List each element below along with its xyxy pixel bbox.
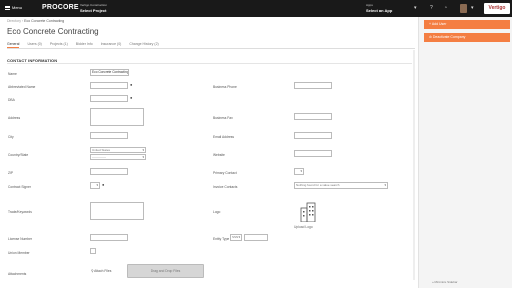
tab-users[interactable]: Users (0) (27, 42, 41, 48)
dba-label: DBA (8, 98, 15, 102)
breadcrumb-separator: › (22, 19, 24, 23)
state-select[interactable]: -------------- ▾ (90, 154, 146, 160)
email-label: Email Address (213, 135, 235, 139)
info-icon[interactable]: ● (130, 82, 132, 87)
trade-keywords-textarea[interactable] (90, 202, 144, 220)
tab-projects[interactable]: Projects (1) (50, 42, 68, 48)
user-menu-chevron-icon[interactable]: ▾ (471, 5, 474, 11)
name-field[interactable]: Eco Concrete Contracting (90, 69, 129, 76)
license-number-field[interactable] (90, 234, 128, 241)
attachments-label: Attachments (8, 272, 27, 276)
union-member-label: Union Member (8, 251, 30, 255)
minimize-sidebar-link[interactable]: » Minimize Sidebar (432, 280, 458, 284)
state-value: -------------- (92, 155, 106, 159)
breadcrumb-current: Eco Concrete Contracting (24, 19, 65, 23)
chevron-down-icon: ▾ (96, 183, 98, 187)
menu-label: Menu (12, 5, 23, 10)
attach-files-link[interactable]: ⚲ Attach Files (91, 269, 111, 273)
website-field[interactable] (294, 150, 332, 157)
tab-general[interactable]: General (7, 42, 20, 48)
deactivate-label: Deactivate Company (432, 35, 466, 39)
scrollbar[interactable] (413, 50, 415, 280)
minimize-sidebar-label: Minimize Sidebar (434, 280, 458, 284)
contract-signer-label: Contract Signer (8, 185, 31, 189)
add-user-button[interactable]: + Add User (424, 20, 510, 29)
top-navigation-bar: Menu PROCORE Vertigo Construction Select… (0, 0, 512, 17)
chevron-down-icon: ▾ (300, 169, 302, 173)
page-title: Eco Concrete Contracting (7, 27, 99, 36)
deactivate-company-button[interactable]: ⊘ Deactivate Company (424, 33, 510, 42)
business-phone-label: Business Phone (213, 85, 237, 89)
business-fax-label: Business Fax (213, 116, 233, 120)
primary-contact-select[interactable]: ▾ (294, 168, 304, 175)
email-field[interactable] (294, 132, 332, 139)
name-label: Name (8, 72, 17, 76)
breadcrumb: Directory › Eco Concrete Contracting (7, 19, 64, 23)
country-state-label: Country/State (8, 153, 29, 157)
help-icon[interactable]: ? (430, 5, 433, 11)
chevron-down-icon: ▾ (142, 155, 144, 159)
invoice-contacts-label: Invoice Contacts (213, 185, 238, 189)
business-fax-field[interactable] (294, 113, 332, 120)
add-user-label: Add User (431, 22, 447, 26)
entity-type-value: SSN (232, 235, 239, 239)
hamburger-icon (5, 5, 10, 10)
city-label: City (8, 135, 14, 139)
info-icon[interactable]: ● (102, 182, 104, 187)
notifications-icon[interactable]: ◔ (444, 5, 447, 11)
union-member-checkbox[interactable] (90, 248, 96, 254)
app-select-value: Select an App (366, 8, 393, 13)
project-selector[interactable]: Vertigo Construction Select Project (80, 3, 107, 13)
breadcrumb-directory[interactable]: Directory (7, 19, 21, 23)
menu-button[interactable]: Menu (5, 5, 22, 10)
tab-bar: General Users (0) Projects (1) Bidder In… (7, 42, 415, 49)
business-phone-field[interactable] (294, 82, 332, 89)
info-icon[interactable]: ● (130, 95, 132, 100)
app-selector[interactable]: Apps Select an App (366, 3, 392, 13)
abbreviated-name-label: Abbreviated Name (8, 85, 36, 89)
zip-label: ZIP (8, 171, 14, 175)
tab-insurance[interactable]: Insurance (0) (101, 42, 122, 48)
entity-number-field[interactable] (244, 234, 268, 241)
tab-bidder-info[interactable]: Bidder Info (76, 42, 93, 48)
chevron-down-icon: ▾ (238, 235, 240, 239)
chevron-down-icon: ▾ (384, 183, 386, 187)
tab-change-history[interactable]: Change History (2) (129, 42, 158, 48)
project-name: Select Project (80, 8, 107, 13)
section-divider (7, 63, 412, 64)
invoice-contacts-placeholder: Nothing found for a value search (296, 183, 340, 187)
entity-type-select[interactable]: SSN ▾ (230, 234, 242, 241)
trade-keywords-label: Trade/Keywords (8, 210, 32, 214)
license-number-label: License Number (8, 237, 33, 241)
address-textarea[interactable] (90, 108, 144, 126)
chevron-down-icon: ▾ (142, 148, 144, 152)
country-value: United States (92, 148, 111, 152)
building-icon[interactable] (299, 202, 317, 222)
abbreviated-name-field[interactable] (90, 82, 128, 89)
address-label: Address (8, 116, 21, 120)
drag-drop-zone[interactable]: Drag and Drop Files (127, 264, 204, 278)
entity-type-label: Entity Type (213, 237, 230, 241)
website-label: Website (213, 153, 225, 157)
contract-signer-select[interactable]: ▾ (90, 182, 100, 189)
upload-logo-link[interactable]: Upload Logo (294, 225, 313, 229)
attach-files-label: Attach Files (94, 269, 112, 273)
logo-label: Logo (213, 210, 221, 214)
invoice-contacts-select[interactable]: Nothing found for a value search ▾ (294, 182, 388, 189)
procore-logo[interactable]: PROCORE (42, 4, 79, 11)
brand-logo: Vertigo (484, 3, 510, 14)
primary-contact-label: Primary Contact (213, 171, 237, 175)
zip-field[interactable] (90, 168, 128, 175)
sidebar (418, 17, 512, 288)
chevron-down-icon[interactable]: ▾ (414, 5, 417, 11)
country-select[interactable]: United States ▾ (90, 147, 146, 153)
dba-field[interactable] (90, 95, 128, 102)
city-field[interactable] (90, 132, 128, 139)
avatar[interactable] (460, 4, 467, 13)
